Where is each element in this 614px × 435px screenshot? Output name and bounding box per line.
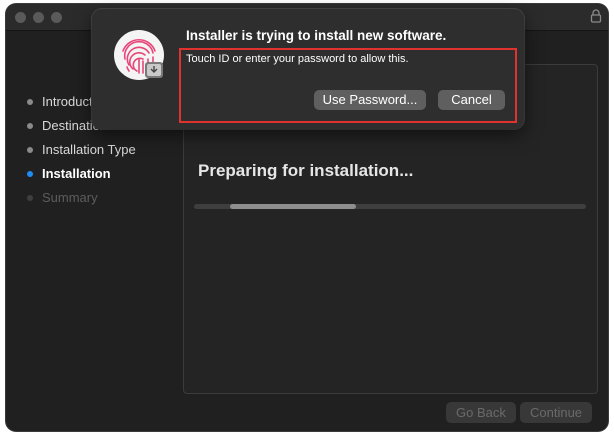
progress-bar — [194, 204, 586, 209]
close-window-button[interactable] — [15, 12, 26, 23]
zoom-window-button[interactable] — [51, 12, 62, 23]
step-dot — [27, 99, 33, 105]
step-summary: Summary — [20, 186, 190, 210]
dialog-title: Installer is trying to install new softw… — [186, 28, 447, 43]
lock-icon — [590, 9, 602, 23]
minimize-window-button[interactable] — [33, 12, 44, 23]
authentication-dialog: Installer is trying to install new softw… — [92, 9, 524, 129]
step-label: Installation — [42, 166, 111, 181]
installation-status: Preparing for installation... — [198, 161, 414, 180]
continue-button[interactable]: Continue — [520, 402, 593, 423]
step-installation-type: Installation Type — [20, 138, 190, 162]
highlight-annotation-box — [179, 48, 517, 123]
progress-indicator — [230, 204, 356, 209]
step-installation: Installation — [20, 162, 190, 186]
go-back-button[interactable]: Go Back — [446, 402, 516, 423]
step-dot-active — [27, 171, 33, 177]
step-label: Installation Type — [42, 142, 136, 157]
touch-id-fingerprint-icon — [114, 30, 164, 80]
step-dot — [27, 123, 33, 129]
step-dot — [27, 195, 33, 201]
step-label: Summary — [42, 190, 98, 205]
step-dot — [27, 147, 33, 153]
